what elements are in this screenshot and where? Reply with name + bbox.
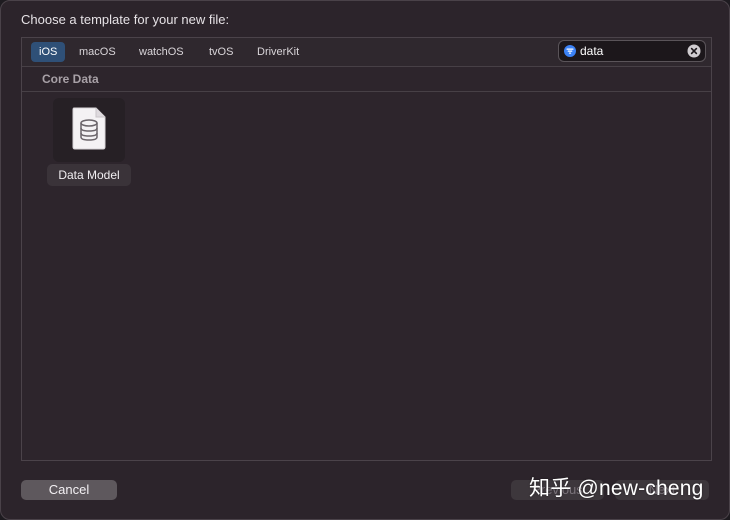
section-title: Core Data <box>42 72 99 86</box>
template-icon-tile <box>53 98 125 162</box>
tab-macos[interactable]: macOS <box>71 42 124 62</box>
watermark: 知乎 @new-cheng <box>529 477 704 500</box>
tab-watchos[interactable]: watchOS <box>131 42 192 62</box>
tab-ios[interactable]: iOS <box>31 42 66 62</box>
cancel-button[interactable]: Cancel <box>21 480 117 500</box>
search-input[interactable] <box>580 42 680 60</box>
search-field[interactable] <box>558 40 706 62</box>
template-label: Data Model <box>47 164 131 186</box>
section-header: Core Data <box>22 67 711 92</box>
new-file-dialog: Choose a template for your new file: iOS… <box>0 0 730 520</box>
filter-icon <box>564 45 576 57</box>
clear-icon[interactable] <box>687 44 701 58</box>
platform-tab-bar: iOS macOS watchOS tvOS DriverKit <box>22 38 711 67</box>
tab-tvos[interactable]: tvOS <box>201 42 241 62</box>
tab-driverkit[interactable]: DriverKit <box>249 42 307 62</box>
dialog-title: Choose a template for your new file: <box>21 12 230 27</box>
template-data-model[interactable]: Data Model <box>47 98 131 188</box>
template-panel: iOS macOS watchOS tvOS DriverKit data Co… <box>21 37 712 461</box>
database-document-icon <box>72 107 106 150</box>
